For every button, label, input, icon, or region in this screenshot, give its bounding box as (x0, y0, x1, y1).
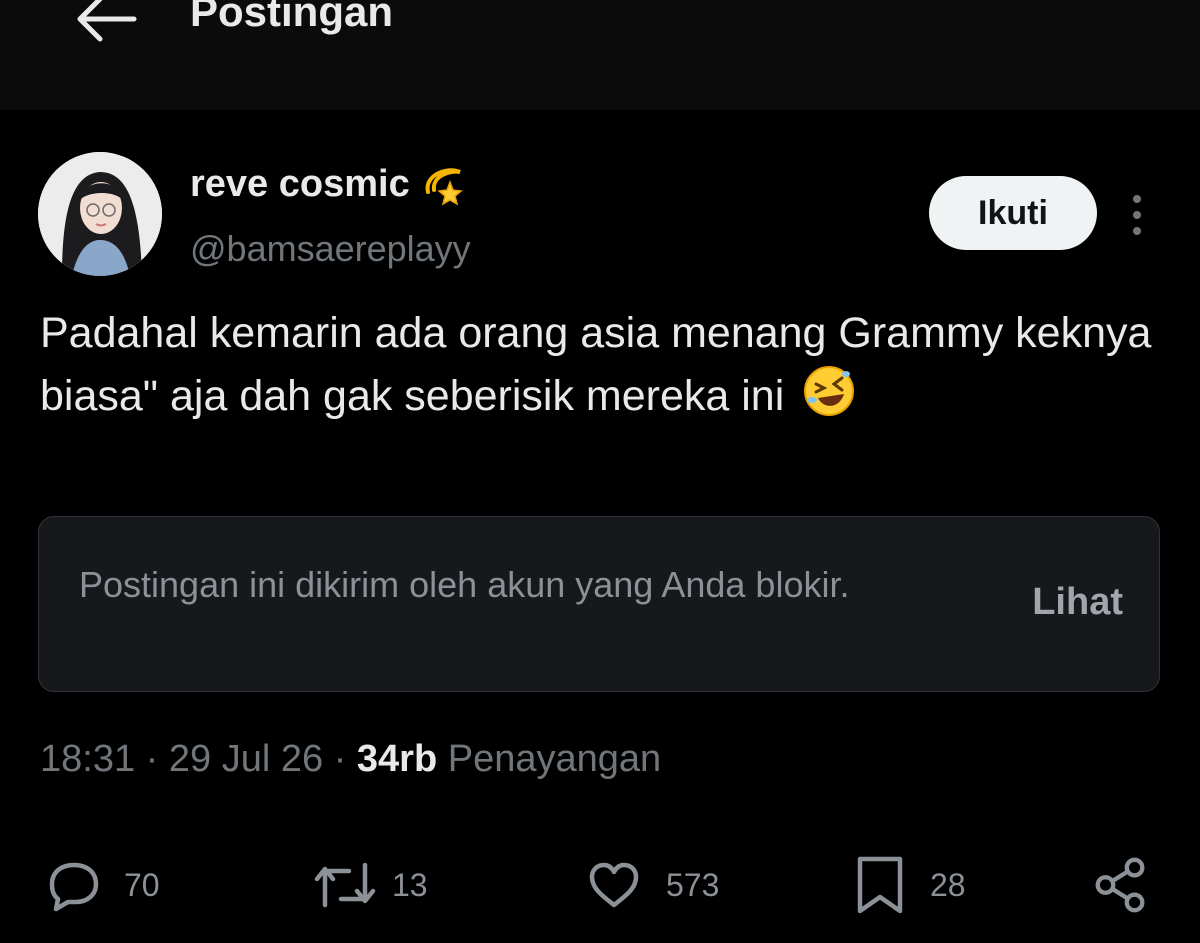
blocked-notice-text: Postingan ini dikirim oleh akun yang And… (79, 564, 850, 605)
repost-icon (314, 862, 376, 908)
like-count: 573 (666, 866, 720, 903)
top-bar: Postingan (0, 0, 1200, 110)
bookmark-icon (857, 856, 903, 914)
repost-count: 13 (392, 866, 428, 903)
back-button[interactable] (70, 0, 140, 44)
reply-icon (49, 862, 99, 912)
post-date: 29 Jul 26 (168, 738, 324, 780)
views-count: 34rb (356, 738, 438, 780)
view-button[interactable]: Lihat (1032, 581, 1123, 624)
reply-count: 70 (124, 866, 160, 903)
repost-button[interactable]: 13 (312, 845, 428, 925)
meta-separator: · (333, 738, 347, 780)
post-meta: 18:31 · 29 Jul 26 · 34rb Penayangan (40, 738, 661, 781)
reply-button[interactable]: 70 (46, 845, 160, 925)
dizzy-star-emoji-icon (420, 160, 468, 208)
more-vertical-icon (1133, 195, 1141, 235)
avatar[interactable] (38, 152, 162, 276)
like-button[interactable]: 573 (584, 845, 719, 925)
heart-icon (589, 862, 639, 908)
post-body: Padahal kemarin ada orang asia menang Gr… (40, 309, 1152, 420)
author-display-name: reve cosmic (190, 162, 410, 205)
share-icon (1095, 857, 1145, 913)
meta-separator: · (145, 738, 159, 780)
author-name[interactable]: reve cosmic (190, 160, 468, 208)
avatar-image (38, 152, 162, 276)
page-title: Postingan (190, 0, 394, 35)
bookmark-count: 28 (930, 866, 966, 903)
rolling-laughing-emoji-icon (802, 364, 856, 418)
follow-button[interactable]: Ikuti (929, 176, 1097, 250)
more-button[interactable] (1122, 193, 1152, 237)
views-label[interactable]: Penayangan (448, 738, 661, 780)
post-time: 18:31 (40, 738, 136, 780)
bookmark-button[interactable]: 28 (852, 845, 966, 925)
share-button[interactable] (1090, 845, 1152, 925)
arrow-left-icon (77, 0, 137, 42)
action-bar: 70 13 573 28 (0, 845, 1200, 925)
author-handle[interactable]: @bamsaereplayy (190, 228, 471, 270)
post-text: Padahal kemarin ada orang asia menang Gr… (40, 302, 1160, 427)
blocked-notice: Postingan ini dikirim oleh akun yang And… (38, 516, 1160, 692)
